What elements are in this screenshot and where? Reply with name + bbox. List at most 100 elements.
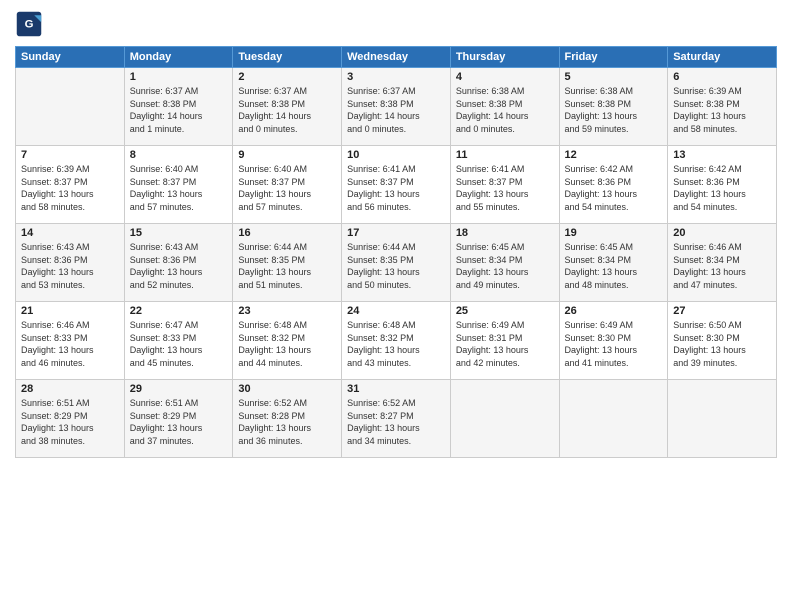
day-number: 2 [238, 71, 336, 83]
day-info: Sunrise: 6:42 AM Sunset: 8:36 PM Dayligh… [673, 163, 771, 213]
week-row: 21 Sunrise: 6:46 AM Sunset: 8:33 PM Dayli… [16, 302, 777, 380]
weekday-header: Friday [559, 47, 668, 68]
day-number: 28 [21, 383, 119, 395]
calendar-cell: 13 Sunrise: 6:42 AM Sunset: 8:36 PM Dayli… [668, 146, 777, 224]
calendar-cell: 18 Sunrise: 6:45 AM Sunset: 8:34 PM Dayli… [450, 224, 559, 302]
day-info: Sunrise: 6:46 AM Sunset: 8:34 PM Dayligh… [673, 241, 771, 291]
calendar-cell: 2 Sunrise: 6:37 AM Sunset: 8:38 PM Daylig… [233, 68, 342, 146]
day-info: Sunrise: 6:45 AM Sunset: 8:34 PM Dayligh… [456, 241, 554, 291]
day-number: 29 [130, 383, 228, 395]
calendar-table: SundayMondayTuesdayWednesdayThursdayFrid… [15, 46, 777, 458]
day-number: 5 [565, 71, 663, 83]
calendar-cell: 15Sunrise: 6:43 AM Sunset: 8:36 PM Dayli… [124, 224, 233, 302]
day-number: 17 [347, 227, 445, 239]
week-row: 7 Sunrise: 6:39 AM Sunset: 8:37 PM Daylig… [16, 146, 777, 224]
day-number: 16 [238, 227, 336, 239]
day-info: Sunrise: 6:48 AM Sunset: 8:32 PM Dayligh… [238, 319, 336, 369]
day-info: Sunrise: 6:49 AM Sunset: 8:30 PM Dayligh… [565, 319, 663, 369]
day-number: 18 [456, 227, 554, 239]
day-number: 7 [21, 149, 119, 161]
calendar-cell: 30 Sunrise: 6:52 AM Sunset: 8:28 PM Dayli… [233, 380, 342, 458]
weekday-header: Thursday [450, 47, 559, 68]
week-row: 1 Sunrise: 6:37 AM Sunset: 8:38 PM Daylig… [16, 68, 777, 146]
calendar-header: SundayMondayTuesdayWednesdayThursdayFrid… [16, 47, 777, 68]
calendar-cell: 6 Sunrise: 6:39 AM Sunset: 8:38 PM Daylig… [668, 68, 777, 146]
day-number: 14 [21, 227, 119, 239]
calendar-cell: 22 Sunrise: 6:47 AM Sunset: 8:33 PM Dayli… [124, 302, 233, 380]
calendar-cell: 23 Sunrise: 6:48 AM Sunset: 8:32 PM Dayli… [233, 302, 342, 380]
calendar-cell: 14Sunrise: 6:43 AM Sunset: 8:36 PM Dayli… [16, 224, 125, 302]
weekday-header: Tuesday [233, 47, 342, 68]
calendar-cell: 31Sunrise: 6:52 AM Sunset: 8:27 PM Dayli… [342, 380, 451, 458]
calendar-cell: 10 Sunrise: 6:41 AM Sunset: 8:37 PM Dayli… [342, 146, 451, 224]
weekday-header: Saturday [668, 47, 777, 68]
day-info: Sunrise: 6:38 AM Sunset: 8:38 PM Dayligh… [456, 85, 554, 135]
day-info: Sunrise: 6:49 AM Sunset: 8:31 PM Dayligh… [456, 319, 554, 369]
calendar-cell [668, 380, 777, 458]
day-info: Sunrise: 6:47 AM Sunset: 8:33 PM Dayligh… [130, 319, 228, 369]
day-info: Sunrise: 6:39 AM Sunset: 8:37 PM Dayligh… [21, 163, 119, 213]
logo: G [15, 10, 47, 38]
day-info: Sunrise: 6:37 AM Sunset: 8:38 PM Dayligh… [347, 85, 445, 135]
calendar-cell: 17 Sunrise: 6:44 AM Sunset: 8:35 PM Dayli… [342, 224, 451, 302]
day-number: 10 [347, 149, 445, 161]
day-number: 1 [130, 71, 228, 83]
day-info: Sunrise: 6:48 AM Sunset: 8:32 PM Dayligh… [347, 319, 445, 369]
day-number: 3 [347, 71, 445, 83]
weekday-header: Sunday [16, 47, 125, 68]
calendar-cell [16, 68, 125, 146]
day-info: Sunrise: 6:42 AM Sunset: 8:36 PM Dayligh… [565, 163, 663, 213]
day-number: 24 [347, 305, 445, 317]
day-number: 30 [238, 383, 336, 395]
weekday-row: SundayMondayTuesdayWednesdayThursdayFrid… [16, 47, 777, 68]
day-info: Sunrise: 6:45 AM Sunset: 8:34 PM Dayligh… [565, 241, 663, 291]
calendar-cell: 25Sunrise: 6:49 AM Sunset: 8:31 PM Dayli… [450, 302, 559, 380]
day-info: Sunrise: 6:41 AM Sunset: 8:37 PM Dayligh… [347, 163, 445, 213]
calendar-cell: 20 Sunrise: 6:46 AM Sunset: 8:34 PM Dayli… [668, 224, 777, 302]
day-number: 21 [21, 305, 119, 317]
day-info: Sunrise: 6:40 AM Sunset: 8:37 PM Dayligh… [238, 163, 336, 213]
day-info: Sunrise: 6:40 AM Sunset: 8:37 PM Dayligh… [130, 163, 228, 213]
day-info: Sunrise: 6:51 AM Sunset: 8:29 PM Dayligh… [21, 397, 119, 447]
day-number: 13 [673, 149, 771, 161]
day-info: Sunrise: 6:44 AM Sunset: 8:35 PM Dayligh… [347, 241, 445, 291]
day-info: Sunrise: 6:37 AM Sunset: 8:38 PM Dayligh… [238, 85, 336, 135]
calendar-cell: 24 Sunrise: 6:48 AM Sunset: 8:32 PM Dayli… [342, 302, 451, 380]
day-number: 19 [565, 227, 663, 239]
day-number: 23 [238, 305, 336, 317]
day-number: 11 [456, 149, 554, 161]
calendar-cell: 1 Sunrise: 6:37 AM Sunset: 8:38 PM Daylig… [124, 68, 233, 146]
day-number: 12 [565, 149, 663, 161]
calendar-body: 1 Sunrise: 6:37 AM Sunset: 8:38 PM Daylig… [16, 68, 777, 458]
week-row: 14Sunrise: 6:43 AM Sunset: 8:36 PM Dayli… [16, 224, 777, 302]
calendar-cell: 11 Sunrise: 6:41 AM Sunset: 8:37 PM Dayli… [450, 146, 559, 224]
day-info: Sunrise: 6:41 AM Sunset: 8:37 PM Dayligh… [456, 163, 554, 213]
day-number: 6 [673, 71, 771, 83]
calendar-cell: 5 Sunrise: 6:38 AM Sunset: 8:38 PM Daylig… [559, 68, 668, 146]
day-info: Sunrise: 6:39 AM Sunset: 8:38 PM Dayligh… [673, 85, 771, 135]
day-info: Sunrise: 6:46 AM Sunset: 8:33 PM Dayligh… [21, 319, 119, 369]
day-info: Sunrise: 6:38 AM Sunset: 8:38 PM Dayligh… [565, 85, 663, 135]
day-number: 27 [673, 305, 771, 317]
day-number: 4 [456, 71, 554, 83]
calendar-cell: 12 Sunrise: 6:42 AM Sunset: 8:36 PM Dayli… [559, 146, 668, 224]
day-info: Sunrise: 6:37 AM Sunset: 8:38 PM Dayligh… [130, 85, 228, 135]
calendar-cell: 28 Sunrise: 6:51 AM Sunset: 8:29 PM Dayli… [16, 380, 125, 458]
calendar-cell: 9Sunrise: 6:40 AM Sunset: 8:37 PM Daylig… [233, 146, 342, 224]
day-info: Sunrise: 6:52 AM Sunset: 8:28 PM Dayligh… [238, 397, 336, 447]
day-info: Sunrise: 6:52 AM Sunset: 8:27 PM Dayligh… [347, 397, 445, 447]
day-info: Sunrise: 6:51 AM Sunset: 8:29 PM Dayligh… [130, 397, 228, 447]
day-number: 22 [130, 305, 228, 317]
calendar-cell: 29 Sunrise: 6:51 AM Sunset: 8:29 PM Dayli… [124, 380, 233, 458]
logo-icon: G [15, 10, 43, 38]
calendar-cell: 7 Sunrise: 6:39 AM Sunset: 8:37 PM Daylig… [16, 146, 125, 224]
weekday-header: Monday [124, 47, 233, 68]
calendar-cell [450, 380, 559, 458]
calendar-cell: 26Sunrise: 6:49 AM Sunset: 8:30 PM Dayli… [559, 302, 668, 380]
weekday-header: Wednesday [342, 47, 451, 68]
calendar-cell: 3 Sunrise: 6:37 AM Sunset: 8:38 PM Daylig… [342, 68, 451, 146]
calendar-cell [559, 380, 668, 458]
day-info: Sunrise: 6:44 AM Sunset: 8:35 PM Dayligh… [238, 241, 336, 291]
day-info: Sunrise: 6:50 AM Sunset: 8:30 PM Dayligh… [673, 319, 771, 369]
day-number: 20 [673, 227, 771, 239]
